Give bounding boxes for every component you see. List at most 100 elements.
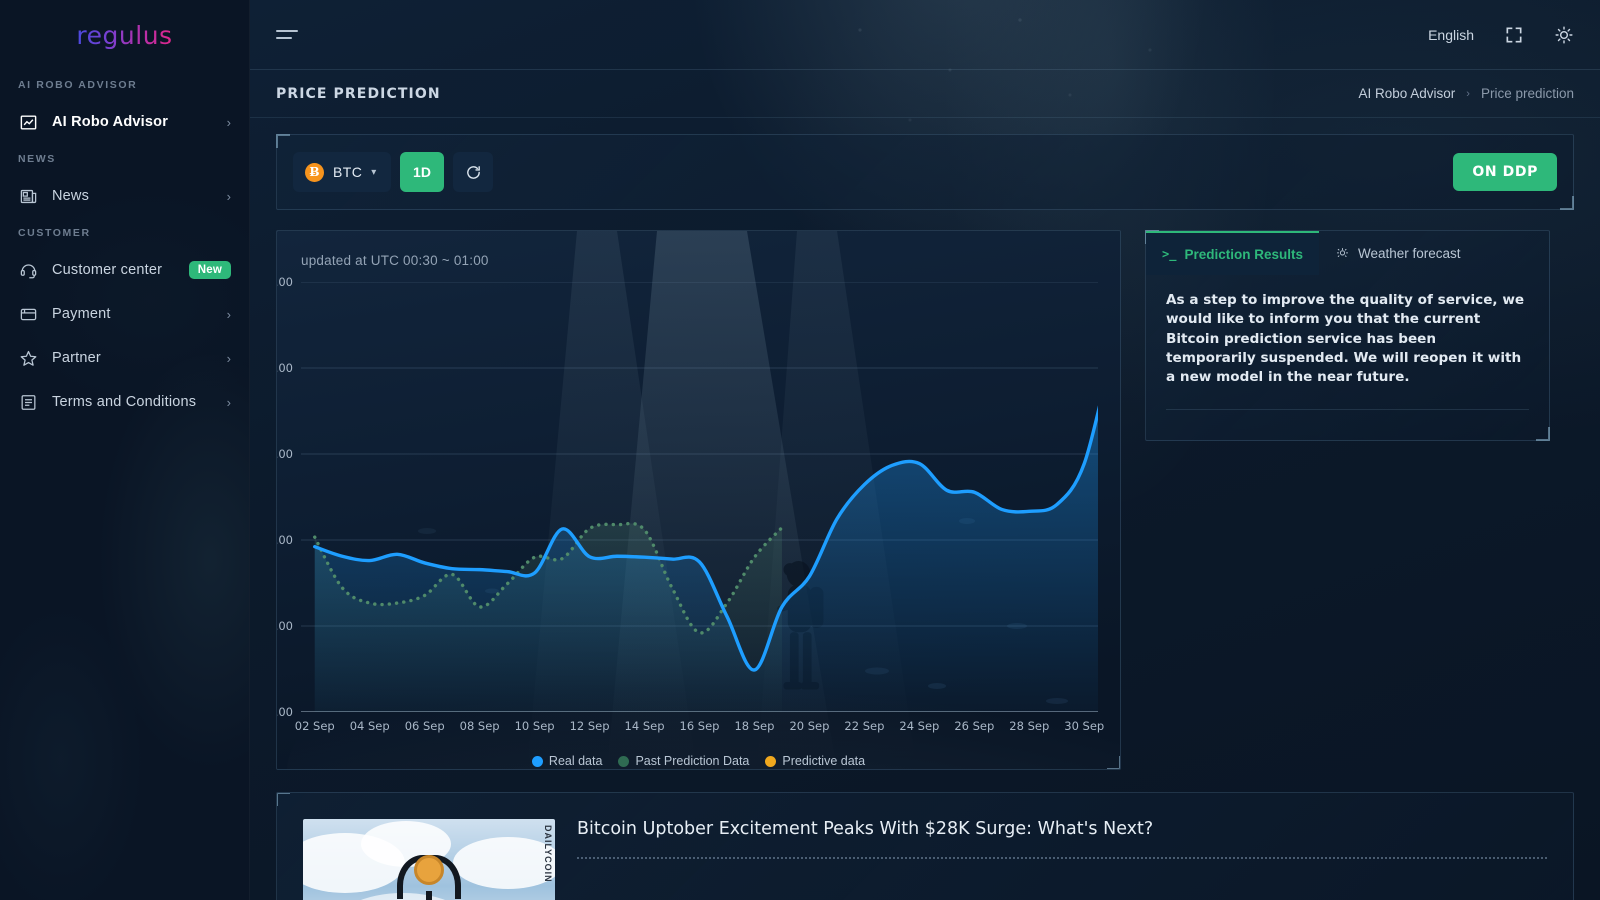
sidebar-item-payment[interactable]: Payment › bbox=[0, 292, 249, 336]
sidebar-item-partner[interactable]: Partner › bbox=[0, 336, 249, 380]
newspaper-icon bbox=[18, 186, 38, 206]
chevron-right-icon: › bbox=[226, 306, 231, 322]
news-body: Bitcoin Uptober Excitement Peaks With $2… bbox=[577, 819, 1547, 900]
y-axis-tick: 28800.00 bbox=[277, 275, 293, 289]
fullscreen-icon[interactable] bbox=[1504, 25, 1524, 45]
tab-weather-forecast[interactable]: Weather forecast bbox=[1319, 231, 1477, 275]
x-axis-tick: 20 Sep bbox=[789, 719, 830, 733]
chevron-down-icon: ▾ bbox=[371, 166, 377, 178]
watermark-label: DAILYCOIN bbox=[543, 825, 553, 883]
wallet-icon bbox=[18, 304, 38, 324]
sidebar-section-label-ai: AI ROBO ADVISOR bbox=[18, 79, 138, 91]
prediction-notice-text: As a step to improve the quality of serv… bbox=[1166, 292, 1525, 386]
on-ddp-button[interactable]: ON DDP bbox=[1453, 153, 1557, 191]
tab-label: Prediction Results bbox=[1184, 246, 1303, 262]
legend-item-real-data[interactable]: Real data bbox=[531, 754, 603, 768]
chevron-right-icon: › bbox=[226, 114, 231, 130]
x-axis-tick: 22 Sep bbox=[844, 719, 885, 733]
x-axis-tick: 24 Sep bbox=[899, 719, 940, 733]
hamburger-icon[interactable] bbox=[276, 30, 302, 39]
timeframe-1d-button[interactable]: 1D bbox=[400, 152, 444, 192]
sidebar-item-label: Customer center bbox=[52, 262, 163, 278]
legend-label: Past Prediction Data bbox=[635, 754, 750, 768]
brand-logo[interactable]: regulus bbox=[0, 0, 249, 70]
chevron-right-icon: › bbox=[226, 394, 231, 410]
asset-selector[interactable]: Ƀ BTC ▾ bbox=[293, 152, 391, 192]
sidebar-item-news[interactable]: News › bbox=[0, 174, 249, 218]
chart-toolbar: Ƀ BTC ▾ 1D ON DDP bbox=[276, 134, 1574, 210]
bitcoin-icon: Ƀ bbox=[305, 162, 324, 182]
app-root: regulus AI ROBO ADVISOR AI Robo Advisor … bbox=[0, 0, 1600, 900]
bitcoin-icon bbox=[414, 855, 444, 885]
price-prediction-chart-card: updated at UTC 00:30 ~ 01:00 28800.00 27… bbox=[276, 230, 1121, 770]
x-axis-tick: 30 Sep bbox=[1064, 719, 1105, 733]
chevron-right-icon: › bbox=[1466, 87, 1470, 100]
notice-footer-space bbox=[1146, 410, 1549, 440]
brand-logo-text: regulus bbox=[76, 20, 173, 50]
news-thumbnail: DAILYCOIN bbox=[303, 819, 555, 900]
y-axis-tick: 27000.00 bbox=[277, 447, 293, 461]
x-axis-tick: 02 Sep bbox=[294, 719, 335, 733]
sidebar: regulus AI ROBO ADVISOR AI Robo Advisor … bbox=[0, 0, 250, 900]
sidebar-item-ai-robo-advisor[interactable]: AI Robo Advisor › bbox=[0, 100, 249, 144]
asset-selector-value: BTC bbox=[333, 164, 363, 180]
dashboard-row: updated at UTC 00:30 ~ 01:00 28800.00 27… bbox=[276, 230, 1574, 770]
chevron-right-icon: › bbox=[226, 350, 231, 366]
breadcrumb: AI Robo Advisor › Price prediction bbox=[1358, 86, 1574, 101]
status-badge: New bbox=[188, 261, 231, 279]
tab-prediction-results[interactable]: >_ Prediction Results bbox=[1146, 231, 1319, 275]
x-axis-tick: 18 Sep bbox=[734, 719, 775, 733]
y-axis-tick: 24300.00 bbox=[277, 705, 293, 719]
weather-icon bbox=[1335, 246, 1350, 261]
chevron-right-icon: › bbox=[226, 188, 231, 204]
side-panel-tabs: >_ Prediction Results Weather forecast bbox=[1146, 231, 1549, 275]
chart-line-icon bbox=[18, 112, 38, 132]
sidebar-item-customer-center[interactable]: Customer center New bbox=[0, 248, 249, 292]
sidebar-section-label-customer: CUSTOMER bbox=[18, 227, 91, 239]
x-axis-tick: 06 Sep bbox=[404, 719, 445, 733]
legend-label: Real data bbox=[548, 754, 603, 768]
language-selector[interactable]: English bbox=[1428, 27, 1474, 43]
y-axis-tick: 25200.00 bbox=[277, 619, 293, 633]
page-title: PRICE PREDICTION bbox=[276, 85, 441, 102]
sun-icon[interactable] bbox=[1554, 25, 1574, 45]
y-axis-tick: 26100.00 bbox=[277, 533, 293, 547]
chart-svg bbox=[301, 282, 1098, 712]
sidebar-item-label: Terms and Conditions bbox=[52, 394, 197, 410]
divider bbox=[577, 857, 1547, 859]
legend-swatch bbox=[618, 755, 630, 767]
x-axis-tick: 12 Sep bbox=[569, 719, 610, 733]
price-chart-plot: 28800.00 27900.00 27000.00 26100.00 2520… bbox=[277, 275, 1104, 733]
sidebar-item-label: AI Robo Advisor bbox=[52, 114, 169, 130]
main-area: English PRICE PREDICTION AI Robo Advisor… bbox=[250, 0, 1600, 900]
pagebar: PRICE PREDICTION AI Robo Advisor › Price… bbox=[250, 70, 1600, 118]
news-card[interactable]: DAILYCOIN Bitcoin Uptober Excitement Pea… bbox=[276, 792, 1574, 900]
legend-item-predictive-data[interactable]: Predictive data bbox=[765, 754, 865, 768]
legend-swatch bbox=[765, 755, 777, 767]
legend-swatch bbox=[531, 755, 543, 767]
sidebar-item-label: Partner bbox=[52, 350, 101, 366]
legend-label: Predictive data bbox=[782, 754, 866, 768]
y-axis-tick: 27900.00 bbox=[277, 361, 293, 375]
chart-legend: Real data Past Prediction Data Predictiv… bbox=[301, 754, 1096, 768]
headset-icon bbox=[18, 260, 38, 280]
x-axis-tick: 08 Sep bbox=[459, 719, 500, 733]
sidebar-item-label: Payment bbox=[52, 306, 111, 322]
star-icon bbox=[18, 348, 38, 368]
chart-updated-label: updated at UTC 00:30 ~ 01:00 bbox=[301, 253, 489, 268]
toolbar-controls: Ƀ BTC ▾ 1D bbox=[293, 152, 493, 192]
terminal-prompt-icon: >_ bbox=[1162, 247, 1177, 261]
document-icon bbox=[18, 392, 38, 412]
refresh-icon[interactable] bbox=[453, 152, 493, 192]
sidebar-item-terms-and-conditions[interactable]: Terms and Conditions › bbox=[0, 380, 249, 424]
x-axis-tick: 10 Sep bbox=[514, 719, 555, 733]
prediction-results-card: >_ Prediction Results Weather forecast A… bbox=[1145, 230, 1550, 442]
breadcrumb-current: Price prediction bbox=[1480, 86, 1574, 101]
news-title[interactable]: Bitcoin Uptober Excitement Peaks With $2… bbox=[577, 819, 1547, 839]
legend-item-past-prediction-data[interactable]: Past Prediction Data bbox=[618, 754, 749, 768]
breadcrumb-root[interactable]: AI Robo Advisor bbox=[1358, 86, 1455, 101]
sidebar-section-label-news: NEWS bbox=[18, 153, 56, 165]
x-axis-tick: 04 Sep bbox=[349, 719, 390, 733]
x-axis-tick: 28 Sep bbox=[1009, 719, 1050, 733]
x-axis-tick: 16 Sep bbox=[679, 719, 720, 733]
